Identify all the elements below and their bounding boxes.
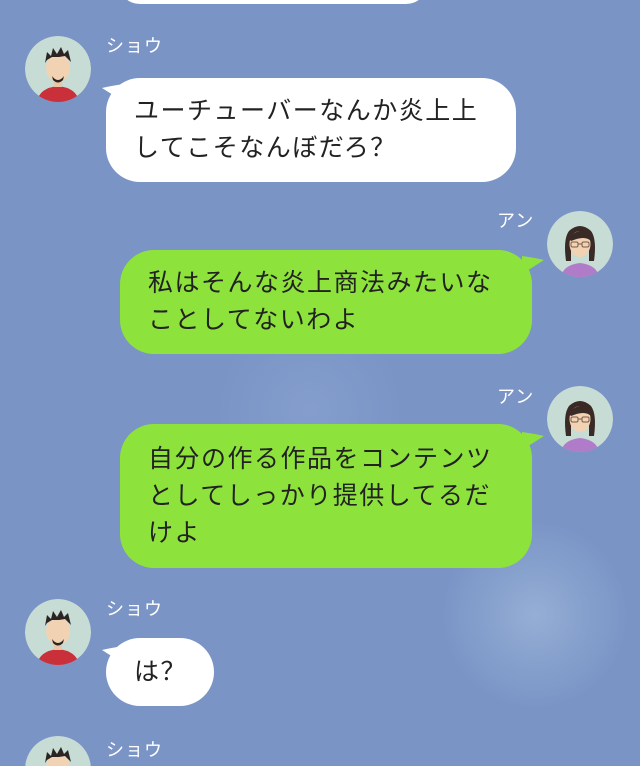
sho-avatar[interactable]: [25, 599, 91, 665]
sender-name: アン: [497, 211, 535, 232]
message-bubble[interactable]: 私はそんな炎上商法みたいな ことしてないわよ: [120, 250, 532, 354]
sho-avatar[interactable]: [25, 36, 91, 102]
an-avatar[interactable]: [547, 211, 613, 277]
man-avatar-icon: [25, 736, 91, 766]
woman-avatar-icon: [547, 386, 613, 452]
sender-name: ショウ: [106, 740, 163, 761]
message-bubble[interactable]: は？: [106, 638, 214, 706]
sender-name: ショウ: [106, 36, 163, 57]
sho-avatar[interactable]: [25, 736, 91, 766]
message-text: 自分の作る作品をコンテンツ としてしっかり提供してるだ けよ: [148, 444, 493, 547]
sender-name: アン: [497, 387, 535, 408]
message-bubble-partial: [118, 0, 428, 4]
an-avatar[interactable]: [547, 386, 613, 452]
woman-avatar-icon: [547, 211, 613, 277]
message-bubble[interactable]: ユーチューバーなんか炎上上 してこそなんぼだろ？: [106, 78, 516, 182]
message-text: 私はそんな炎上商法みたいな ことしてないわよ: [148, 268, 493, 334]
man-avatar-icon: [25, 599, 91, 665]
man-avatar-icon: [25, 36, 91, 102]
sender-name: ショウ: [106, 599, 163, 620]
message-text: は？: [134, 657, 188, 686]
message-text: ユーチューバーなんか炎上上 してこそなんぼだろ？: [134, 96, 479, 162]
message-bubble[interactable]: 自分の作る作品をコンテンツ としてしっかり提供してるだ けよ: [120, 424, 532, 568]
